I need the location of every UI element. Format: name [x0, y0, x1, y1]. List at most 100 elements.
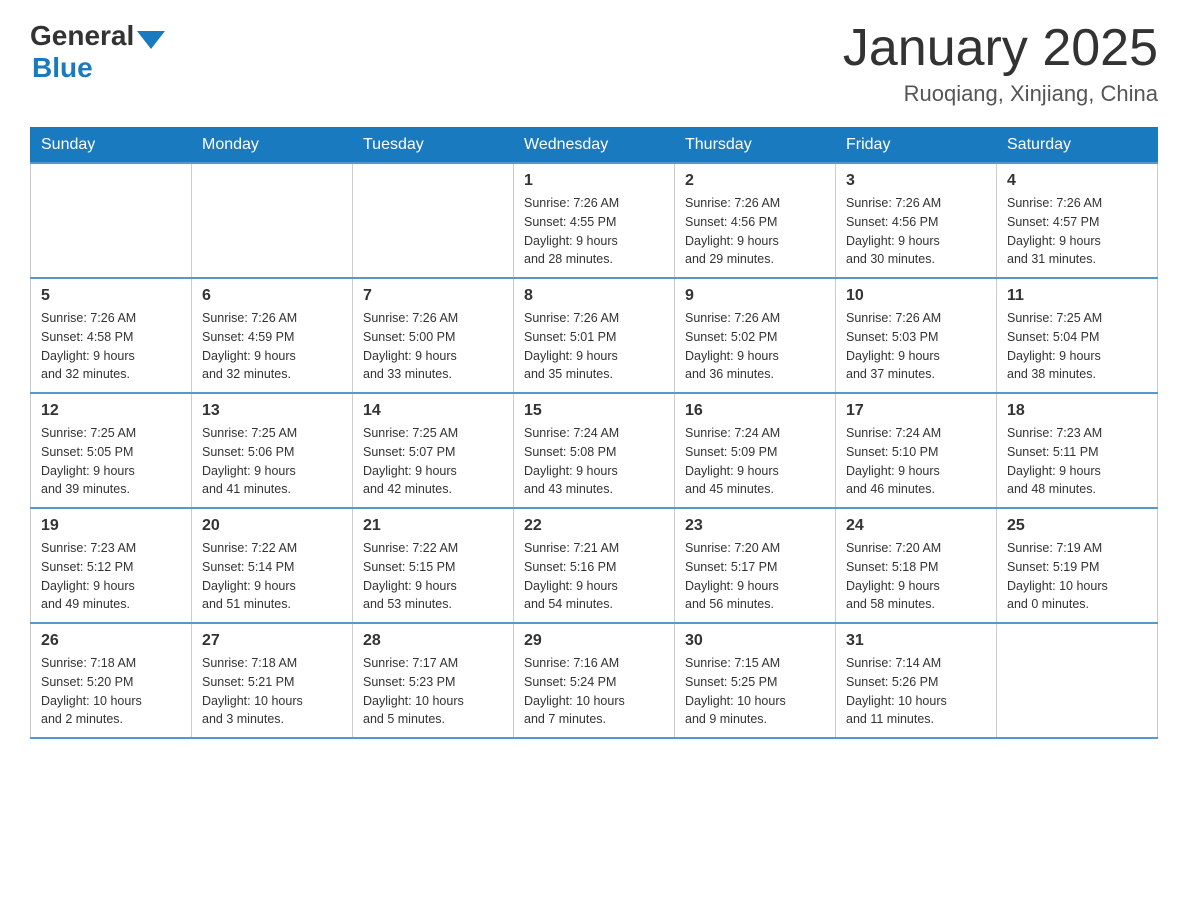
day-info: Sunrise: 7:23 AM Sunset: 5:12 PM Dayligh… [41, 539, 181, 614]
day-info: Sunrise: 7:16 AM Sunset: 5:24 PM Dayligh… [524, 654, 664, 729]
day-info: Sunrise: 7:17 AM Sunset: 5:23 PM Dayligh… [363, 654, 503, 729]
day-number: 1 [524, 172, 664, 190]
calendar-week-row: 19 Sunrise: 7:23 AM Sunset: 5:12 PM Dayli… [31, 508, 1158, 623]
day-info: Sunrise: 7:26 AM Sunset: 4:59 PM Dayligh… [202, 309, 342, 384]
day-number: 29 [524, 632, 664, 650]
calendar-cell [192, 163, 353, 278]
calendar-day-header: Tuesday [353, 128, 514, 164]
calendar-day-header: Monday [192, 128, 353, 164]
day-number: 11 [1007, 287, 1147, 305]
calendar-week-row: 5 Sunrise: 7:26 AM Sunset: 4:58 PM Daylig… [31, 278, 1158, 393]
calendar-cell: 13 Sunrise: 7:25 AM Sunset: 5:06 PM Dayli… [192, 393, 353, 508]
calendar-cell: 22 Sunrise: 7:21 AM Sunset: 5:16 PM Dayli… [514, 508, 675, 623]
calendar-cell: 6 Sunrise: 7:26 AM Sunset: 4:59 PM Daylig… [192, 278, 353, 393]
day-number: 24 [846, 517, 986, 535]
day-number: 28 [363, 632, 503, 650]
day-number: 27 [202, 632, 342, 650]
day-info: Sunrise: 7:23 AM Sunset: 5:11 PM Dayligh… [1007, 424, 1147, 499]
day-number: 31 [846, 632, 986, 650]
calendar-cell: 27Sunrise: 7:18 AM Sunset: 5:21 PM Dayli… [192, 623, 353, 738]
day-info: Sunrise: 7:22 AM Sunset: 5:15 PM Dayligh… [363, 539, 503, 614]
calendar-cell: 30Sunrise: 7:15 AM Sunset: 5:25 PM Dayli… [675, 623, 836, 738]
day-info: Sunrise: 7:20 AM Sunset: 5:17 PM Dayligh… [685, 539, 825, 614]
calendar-cell: 25Sunrise: 7:19 AM Sunset: 5:19 PM Dayli… [997, 508, 1158, 623]
calendar-day-header: Sunday [31, 128, 192, 164]
day-number: 5 [41, 287, 181, 305]
location-text: Ruoqiang, Xinjiang, China [843, 81, 1158, 107]
calendar-cell: 23Sunrise: 7:20 AM Sunset: 5:17 PM Dayli… [675, 508, 836, 623]
day-number: 2 [685, 172, 825, 190]
calendar-cell: 12 Sunrise: 7:25 AM Sunset: 5:05 PM Dayli… [31, 393, 192, 508]
calendar-cell: 31 Sunrise: 7:14 AM Sunset: 5:26 PM Dayli… [836, 623, 997, 738]
calendar-day-header: Friday [836, 128, 997, 164]
calendar-cell: 3 Sunrise: 7:26 AM Sunset: 4:56 PM Daylig… [836, 163, 997, 278]
logo-general-text: General [30, 20, 134, 52]
month-title: January 2025 [843, 20, 1158, 77]
day-number: 22 [524, 517, 664, 535]
day-info: Sunrise: 7:26 AM Sunset: 4:55 PM Dayligh… [524, 194, 664, 269]
day-info: Sunrise: 7:25 AM Sunset: 5:04 PM Dayligh… [1007, 309, 1147, 384]
day-number: 7 [363, 287, 503, 305]
day-info: Sunrise: 7:15 AM Sunset: 5:25 PM Dayligh… [685, 654, 825, 729]
calendar-cell: 4 Sunrise: 7:26 AM Sunset: 4:57 PM Daylig… [997, 163, 1158, 278]
calendar-week-row: 26Sunrise: 7:18 AM Sunset: 5:20 PM Dayli… [31, 623, 1158, 738]
day-info: Sunrise: 7:24 AM Sunset: 5:08 PM Dayligh… [524, 424, 664, 499]
calendar-cell [997, 623, 1158, 738]
day-info: Sunrise: 7:21 AM Sunset: 5:16 PM Dayligh… [524, 539, 664, 614]
calendar-cell: 18Sunrise: 7:23 AM Sunset: 5:11 PM Dayli… [997, 393, 1158, 508]
day-info: Sunrise: 7:22 AM Sunset: 5:14 PM Dayligh… [202, 539, 342, 614]
day-number: 17 [846, 402, 986, 420]
day-number: 13 [202, 402, 342, 420]
day-info: Sunrise: 7:26 AM Sunset: 4:58 PM Dayligh… [41, 309, 181, 384]
day-info: Sunrise: 7:26 AM Sunset: 5:00 PM Dayligh… [363, 309, 503, 384]
calendar-week-row: 1 Sunrise: 7:26 AM Sunset: 4:55 PM Daylig… [31, 163, 1158, 278]
logo: General Blue [30, 20, 165, 84]
day-number: 21 [363, 517, 503, 535]
day-info: Sunrise: 7:20 AM Sunset: 5:18 PM Dayligh… [846, 539, 986, 614]
calendar-cell: 26Sunrise: 7:18 AM Sunset: 5:20 PM Dayli… [31, 623, 192, 738]
calendar-week-row: 12 Sunrise: 7:25 AM Sunset: 5:05 PM Dayli… [31, 393, 1158, 508]
day-number: 6 [202, 287, 342, 305]
day-number: 3 [846, 172, 986, 190]
calendar-cell: 5 Sunrise: 7:26 AM Sunset: 4:58 PM Daylig… [31, 278, 192, 393]
calendar-cell: 14Sunrise: 7:25 AM Sunset: 5:07 PM Dayli… [353, 393, 514, 508]
day-number: 9 [685, 287, 825, 305]
calendar-cell: 20 Sunrise: 7:22 AM Sunset: 5:14 PM Dayli… [192, 508, 353, 623]
day-info: Sunrise: 7:26 AM Sunset: 5:01 PM Dayligh… [524, 309, 664, 384]
calendar-cell: 24 Sunrise: 7:20 AM Sunset: 5:18 PM Dayli… [836, 508, 997, 623]
day-info: Sunrise: 7:25 AM Sunset: 5:06 PM Dayligh… [202, 424, 342, 499]
day-number: 19 [41, 517, 181, 535]
day-info: Sunrise: 7:26 AM Sunset: 4:56 PM Dayligh… [685, 194, 825, 269]
day-info: Sunrise: 7:24 AM Sunset: 5:10 PM Dayligh… [846, 424, 986, 499]
day-number: 15 [524, 402, 664, 420]
logo-arrow-icon [137, 31, 165, 49]
day-info: Sunrise: 7:25 AM Sunset: 5:07 PM Dayligh… [363, 424, 503, 499]
calendar-cell: 19 Sunrise: 7:23 AM Sunset: 5:12 PM Dayli… [31, 508, 192, 623]
calendar-cell: 8Sunrise: 7:26 AM Sunset: 5:01 PM Daylig… [514, 278, 675, 393]
day-info: Sunrise: 7:19 AM Sunset: 5:19 PM Dayligh… [1007, 539, 1147, 614]
calendar-cell: 10Sunrise: 7:26 AM Sunset: 5:03 PM Dayli… [836, 278, 997, 393]
page-header: General Blue January 2025 Ruoqiang, Xinj… [30, 20, 1158, 107]
calendar-cell: 9 Sunrise: 7:26 AM Sunset: 5:02 PM Daylig… [675, 278, 836, 393]
day-number: 10 [846, 287, 986, 305]
day-info: Sunrise: 7:26 AM Sunset: 4:56 PM Dayligh… [846, 194, 986, 269]
calendar-cell: 15 Sunrise: 7:24 AM Sunset: 5:08 PM Dayli… [514, 393, 675, 508]
calendar-cell: 17 Sunrise: 7:24 AM Sunset: 5:10 PM Dayli… [836, 393, 997, 508]
day-number: 12 [41, 402, 181, 420]
calendar-day-header: Saturday [997, 128, 1158, 164]
day-info: Sunrise: 7:18 AM Sunset: 5:20 PM Dayligh… [41, 654, 181, 729]
day-number: 20 [202, 517, 342, 535]
day-info: Sunrise: 7:26 AM Sunset: 5:02 PM Dayligh… [685, 309, 825, 384]
day-info: Sunrise: 7:14 AM Sunset: 5:26 PM Dayligh… [846, 654, 986, 729]
day-number: 4 [1007, 172, 1147, 190]
calendar-day-header: Thursday [675, 128, 836, 164]
day-info: Sunrise: 7:26 AM Sunset: 4:57 PM Dayligh… [1007, 194, 1147, 269]
calendar-table: SundayMondayTuesdayWednesdayThursdayFrid… [30, 127, 1158, 739]
day-number: 16 [685, 402, 825, 420]
calendar-cell: 28 Sunrise: 7:17 AM Sunset: 5:23 PM Dayli… [353, 623, 514, 738]
calendar-cell [31, 163, 192, 278]
title-section: January 2025 Ruoqiang, Xinjiang, China [843, 20, 1158, 107]
calendar-cell: 2 Sunrise: 7:26 AM Sunset: 4:56 PM Daylig… [675, 163, 836, 278]
day-info: Sunrise: 7:25 AM Sunset: 5:05 PM Dayligh… [41, 424, 181, 499]
calendar-cell: 29 Sunrise: 7:16 AM Sunset: 5:24 PM Dayli… [514, 623, 675, 738]
